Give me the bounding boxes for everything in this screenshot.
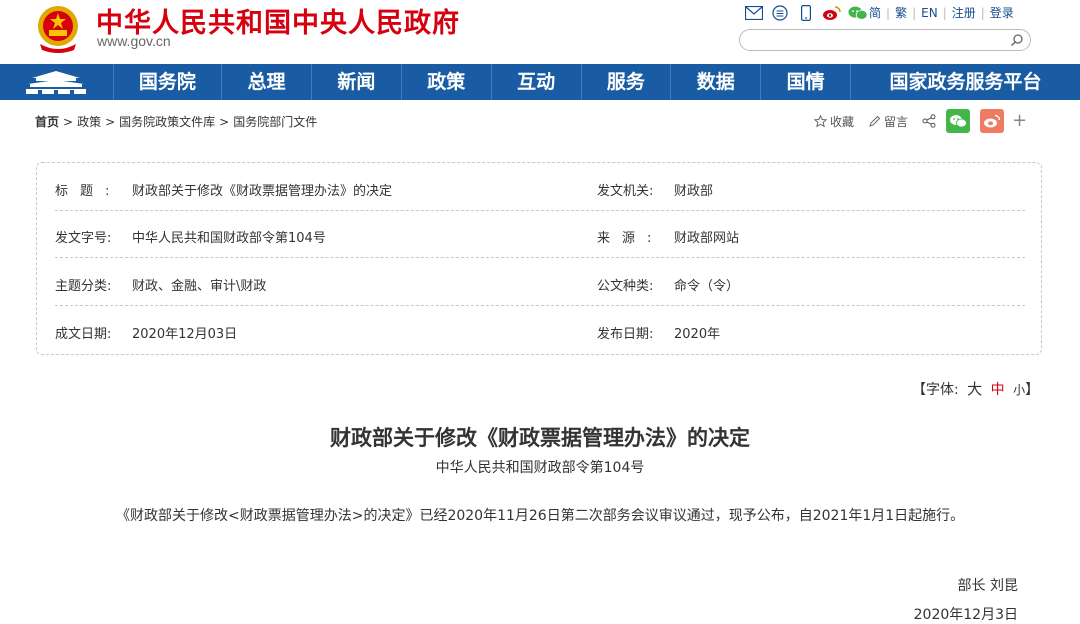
- font-size-switcher: 【字体: 大 中 小】: [912, 380, 1040, 398]
- main-nav: 国务院 总理 新闻 政策 互动 服务 数据 国情 国家政务服务平台: [0, 64, 1080, 100]
- breadcrumb: 首页 > 政策 > 国务院政策文件库 > 国务院部门文件: [35, 115, 318, 129]
- article-date: 2020年12月3日: [913, 607, 1018, 623]
- breadcrumb-dept-docs[interactable]: 国务院部门文件: [233, 115, 317, 129]
- search-input[interactable]: [750, 32, 1000, 48]
- mail-icon[interactable]: [744, 4, 764, 22]
- publish-date-value: 2020年: [674, 327, 721, 342]
- publish-date-label: 发布日期:: [597, 327, 654, 342]
- star-icon: [814, 114, 827, 127]
- font-small-button[interactable]: 小: [1013, 383, 1025, 397]
- nav-premier[interactable]: 总理: [222, 64, 312, 100]
- nav-gov-service-platform[interactable]: 国家政务服务平台: [851, 64, 1080, 100]
- site-header: 中华人民共和国中央人民政府 www.gov.cn 简 | 繁 | EN | 注册 | 登…: [0, 0, 1080, 64]
- info-row: 主题分类: 财政、金融、审计\财政 公文种类: 命令（令）: [55, 259, 1025, 306]
- source-label: 来源:: [597, 231, 664, 246]
- article-subtitle: 中华人民共和国财政部令第104号: [435, 460, 645, 476]
- wechat-icon[interactable]: [848, 4, 868, 22]
- font-large-button[interactable]: 大: [967, 380, 982, 398]
- search-icon[interactable]: [1010, 33, 1024, 47]
- title-value: 财政部关于修改《财政票据管理办法》的决定: [132, 184, 393, 199]
- title-label: 标题:: [55, 184, 122, 199]
- doc-type-value: 命令（令）: [674, 279, 740, 294]
- doc-number-label: 发文字号:: [55, 231, 112, 246]
- national-emblem-icon[interactable]: [34, 4, 82, 54]
- site-domain: www.gov.cn: [97, 33, 171, 49]
- info-row: 成文日期: 2020年12月03日 发布日期: 2020年: [55, 307, 1025, 354]
- nav-interaction[interactable]: 互动: [492, 64, 582, 100]
- link-register[interactable]: 注册: [952, 4, 976, 21]
- document-info-box: 标题: 财政部关于修改《财政票据管理办法》的决定 发文机关: 财政部 发文字号:…: [36, 162, 1042, 355]
- tiananmen-icon: [26, 71, 87, 94]
- link-traditional[interactable]: 繁: [895, 4, 907, 21]
- favorite-button[interactable]: 收藏: [814, 113, 854, 130]
- comment-button[interactable]: 留言: [868, 113, 908, 130]
- weibo-icon: [984, 114, 1001, 128]
- pencil-icon: [869, 115, 881, 127]
- nav-national-info[interactable]: 国情: [761, 64, 852, 100]
- article-tools: 收藏 留言 +: [814, 108, 1027, 134]
- top-icon-bar: [744, 3, 874, 23]
- top-links: 简 | 繁 | EN | 注册 | 登录: [869, 4, 1014, 21]
- source-value: 财政部网站: [674, 231, 740, 246]
- written-date-value: 2020年12月03日: [132, 327, 238, 342]
- nav-state-council[interactable]: 国务院: [114, 64, 223, 100]
- breadcrumb-policy-library[interactable]: 国务院政策文件库: [119, 115, 215, 129]
- nav-home[interactable]: [0, 64, 114, 100]
- wechat-icon: [950, 115, 967, 128]
- mobile-icon[interactable]: [796, 4, 816, 22]
- doc-number-value: 中华人民共和国财政部令第104号: [132, 231, 326, 246]
- written-date-label: 成文日期:: [55, 327, 112, 342]
- breadcrumb-policy[interactable]: 政策: [77, 115, 101, 129]
- share-icon[interactable]: [922, 114, 936, 128]
- nav-news[interactable]: 新闻: [312, 64, 402, 100]
- news-list-icon[interactable]: [770, 4, 790, 22]
- nav-policy[interactable]: 政策: [402, 64, 492, 100]
- article-signature: 部长 刘昆: [957, 578, 1018, 594]
- topic-value: 财政、金融、审计\财政: [132, 279, 267, 294]
- more-share-icon[interactable]: +: [1012, 112, 1027, 130]
- topic-label: 主题分类:: [55, 279, 112, 294]
- font-medium-button[interactable]: 中: [991, 382, 1005, 398]
- issuer-value: 财政部: [674, 184, 714, 199]
- search-box: [739, 29, 1031, 51]
- article-body: 《财政部关于修改<财政票据管理办法>的决定》已经2020年11月26日第二次部务…: [116, 508, 965, 524]
- info-row: 标题: 财政部关于修改《财政票据管理办法》的决定 发文机关: 财政部: [55, 164, 1025, 211]
- weibo-share-button[interactable]: [980, 109, 1005, 133]
- nav-services[interactable]: 服务: [582, 64, 672, 100]
- weibo-icon[interactable]: [822, 4, 842, 22]
- info-row: 发文字号: 中华人民共和国财政部令第104号 来源: 财政部网站: [55, 211, 1025, 258]
- wechat-share-button[interactable]: [946, 109, 971, 133]
- doc-type-label: 公文种类:: [597, 279, 654, 294]
- issuer-label: 发文机关:: [597, 184, 654, 199]
- link-simplified[interactable]: 简: [869, 4, 881, 21]
- link-english[interactable]: EN: [921, 6, 938, 20]
- breadcrumb-home[interactable]: 首页: [35, 115, 59, 129]
- nav-data[interactable]: 数据: [671, 64, 762, 100]
- article-title: 财政部关于修改《财政票据管理办法》的决定: [330, 426, 750, 450]
- link-login[interactable]: 登录: [990, 4, 1014, 21]
